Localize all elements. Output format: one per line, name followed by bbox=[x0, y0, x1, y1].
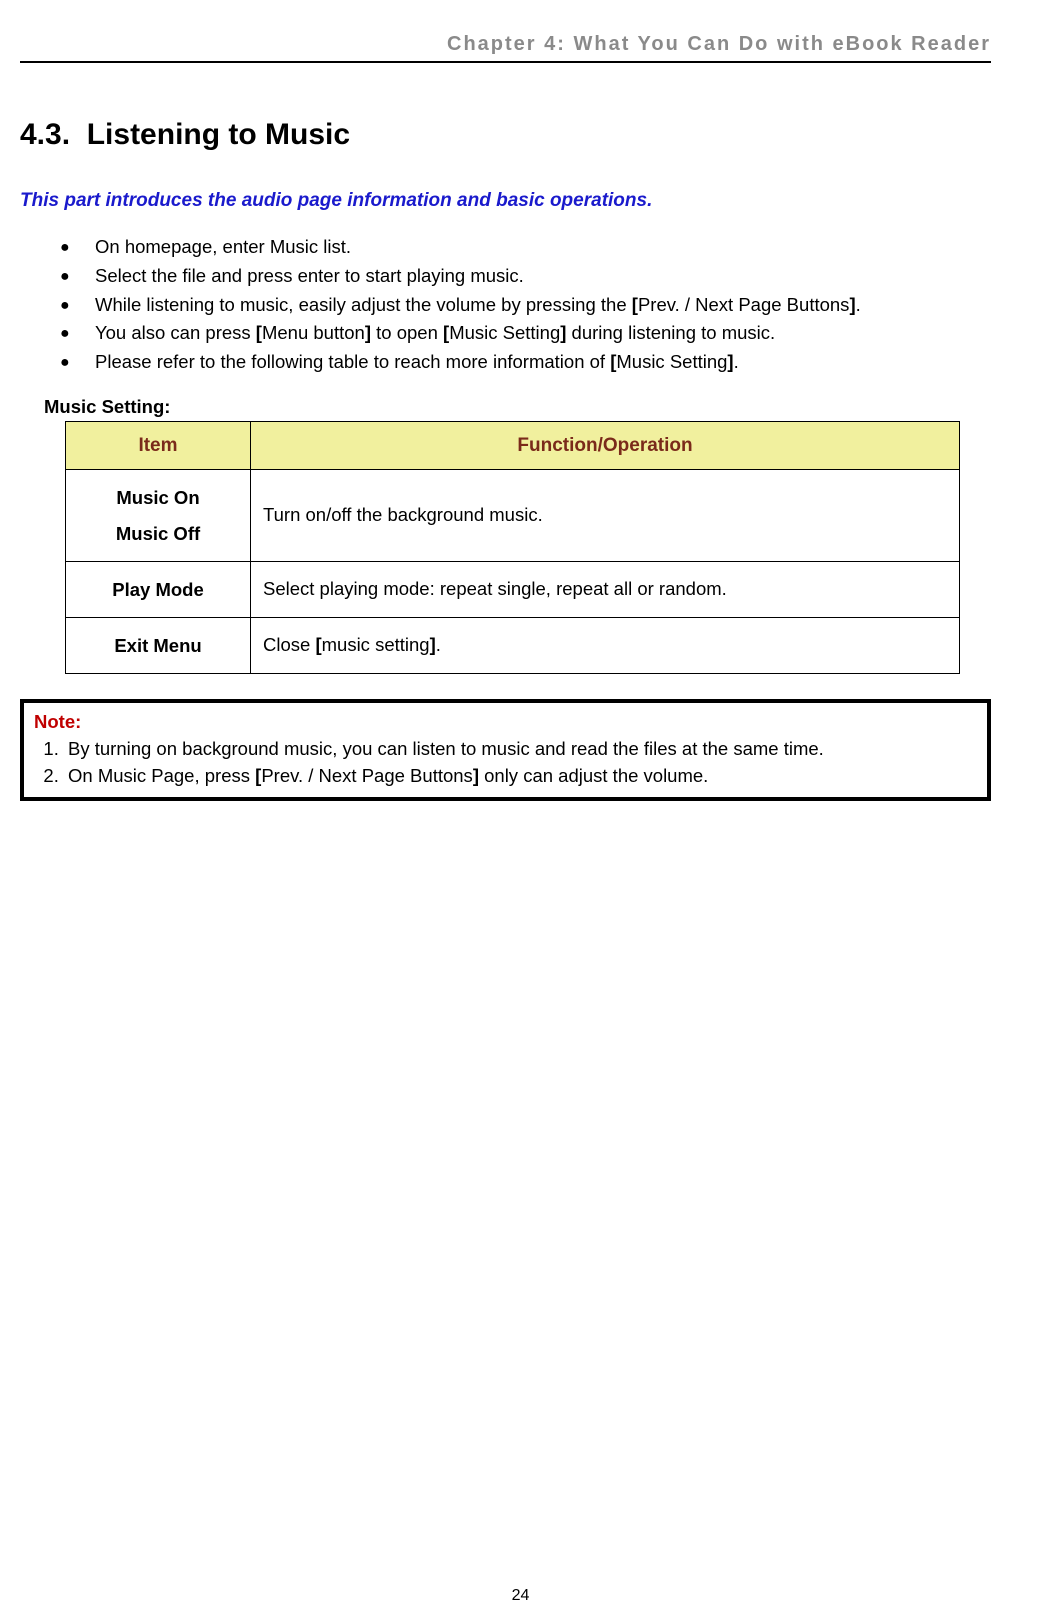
cell-item: Exit Menu bbox=[66, 617, 251, 673]
note-item: On Music Page, press [Prev. / Next Page … bbox=[64, 763, 977, 790]
col-function: Function/Operation bbox=[251, 421, 960, 470]
table-row: Play Mode Select playing mode: repeat si… bbox=[66, 561, 960, 617]
note-label: Note: bbox=[34, 711, 81, 732]
music-setting-table: Item Function/Operation Music On Music O… bbox=[65, 421, 960, 674]
cell-function: Turn on/off the background music. bbox=[251, 470, 960, 561]
list-item: While listening to music, easily adjust … bbox=[60, 292, 991, 319]
item-line: Music Off bbox=[116, 523, 200, 544]
page-number: 24 bbox=[0, 1584, 1041, 1607]
list-item: You also can press [Menu button] to open… bbox=[60, 320, 991, 347]
bullet-list: On homepage, enter Music list. Select th… bbox=[20, 234, 991, 376]
list-item: Please refer to the following table to r… bbox=[60, 349, 991, 376]
col-item: Item bbox=[66, 421, 251, 470]
note-item: By turning on background music, you can … bbox=[64, 736, 977, 763]
table-row: Music On Music Off Turn on/off the backg… bbox=[66, 470, 960, 561]
note-box: Note: By turning on background music, yo… bbox=[20, 699, 991, 801]
table-header-row: Item Function/Operation bbox=[66, 421, 960, 470]
section-title-text: Listening to Music bbox=[87, 118, 350, 151]
running-head: Chapter 4: What You Can Do with eBook Re… bbox=[20, 30, 991, 63]
cell-item: Music On Music Off bbox=[66, 470, 251, 561]
table-caption: Music Setting: bbox=[44, 394, 991, 421]
table-row: Exit Menu Close [music setting]. bbox=[66, 617, 960, 673]
section-heading: 4.3. Listening to Music bbox=[20, 113, 991, 157]
list-item: Select the file and press enter to start… bbox=[60, 263, 991, 290]
intro-line: This part introduces the audio page info… bbox=[20, 187, 991, 215]
cell-function: Select playing mode: repeat single, repe… bbox=[251, 561, 960, 617]
cell-function: Close [music setting]. bbox=[251, 617, 960, 673]
cell-item: Play Mode bbox=[66, 561, 251, 617]
note-list: By turning on background music, you can … bbox=[34, 736, 977, 790]
section-number: 4.3. bbox=[20, 118, 70, 151]
item-line: Music On bbox=[116, 487, 199, 508]
list-item: On homepage, enter Music list. bbox=[60, 234, 991, 261]
page: Chapter 4: What You Can Do with eBook Re… bbox=[0, 0, 1041, 1622]
